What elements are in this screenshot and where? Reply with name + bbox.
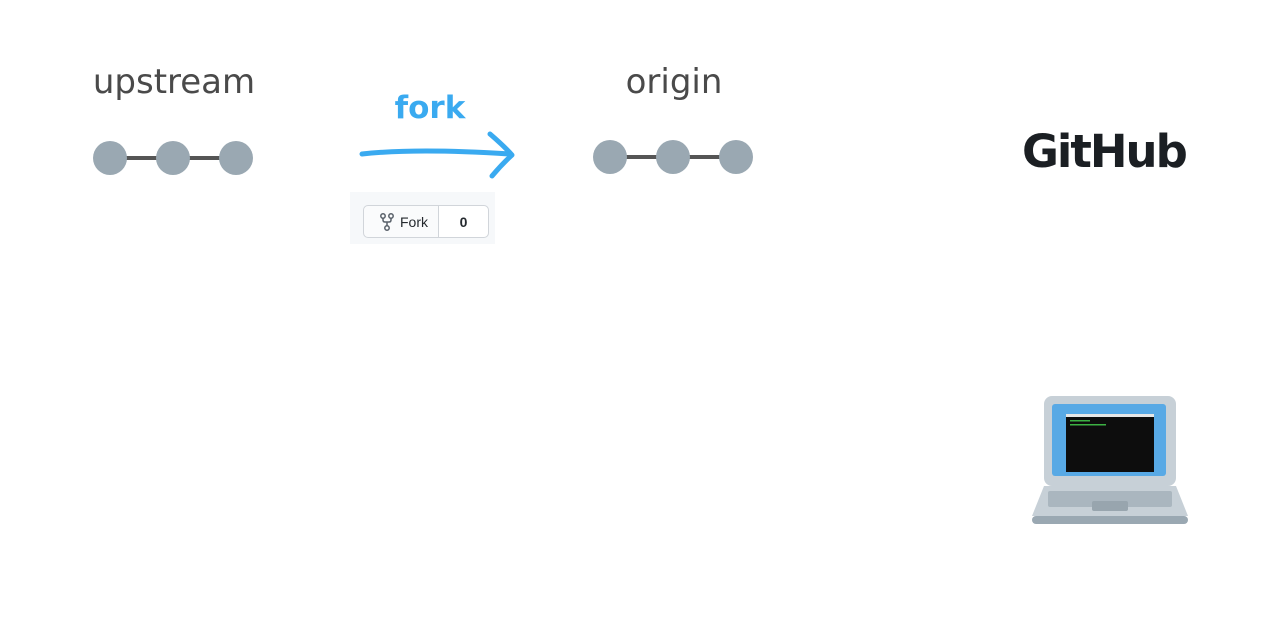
fork-widget: Fork 0 [350, 192, 495, 244]
upstream-commit-node [219, 141, 253, 175]
repo-forked-icon [380, 212, 394, 231]
fork-arrow-icon [359, 131, 515, 179]
fork-button[interactable]: Fork 0 [363, 205, 489, 238]
upstream-commit-node [93, 141, 127, 175]
origin-commit-node [719, 140, 753, 174]
laptop-icon [1032, 396, 1188, 524]
upstream-label: upstream [92, 62, 256, 102]
origin-label: origin [625, 62, 723, 102]
origin-commit-node [656, 140, 690, 174]
fork-button-main[interactable]: Fork [364, 206, 439, 237]
fork-count[interactable]: 0 [439, 206, 488, 237]
origin-commit-graph [593, 140, 753, 174]
upstream-commit-node [156, 141, 190, 175]
upstream-commit-graph [93, 141, 253, 175]
origin-commit-node [593, 140, 627, 174]
fork-button-label: Fork [400, 213, 428, 230]
github-logo: GitHub [1022, 125, 1188, 178]
fork-label: fork [394, 90, 466, 126]
